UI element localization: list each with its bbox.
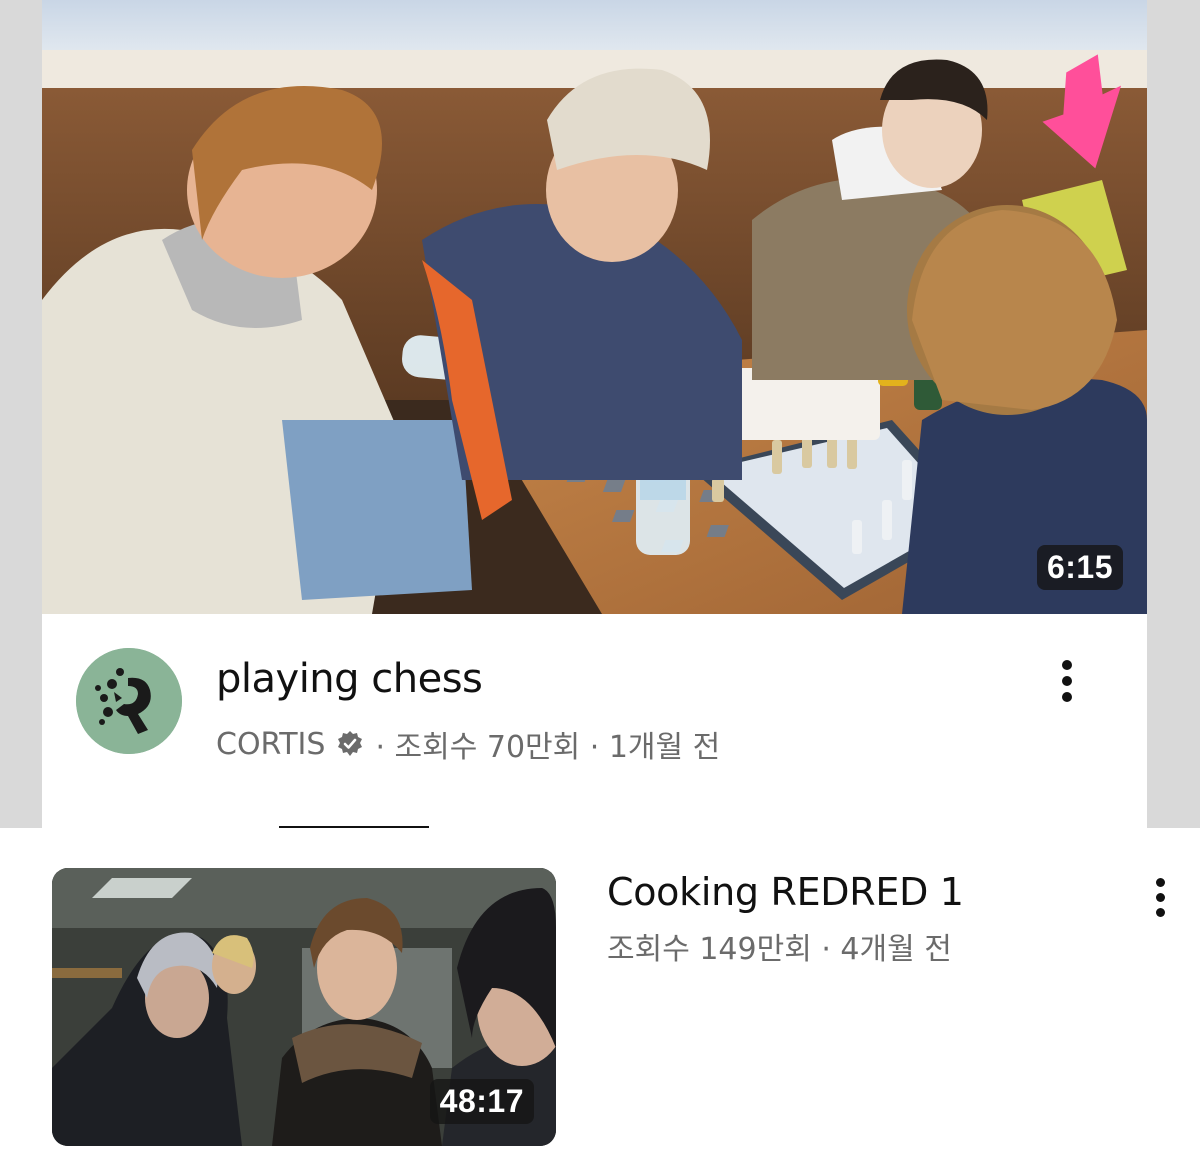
video-title[interactable]: playing chess xyxy=(216,656,483,702)
video-stats: 조회수 149만회 · 4개월 전 xyxy=(607,932,952,967)
video-subline: CORTIS · 조회수 70만회 · 1개월 전 xyxy=(216,722,720,766)
video-duration-badge: 48:17 xyxy=(429,1079,534,1124)
featured-video-thumbnail[interactable]: 6:15 xyxy=(42,0,1147,614)
featured-video-card[interactable]: 6:15 playing chess CORTIS · 조회수 70만회 · 1… xyxy=(42,0,1147,828)
video-title[interactable]: Cooking REDRED 1 xyxy=(607,870,964,914)
more-options-icon[interactable] xyxy=(1047,660,1087,702)
video-duration-badge: 6:15 xyxy=(1036,545,1123,590)
featured-video-meta: playing chess CORTIS · 조회수 70만회 · 1개월 전 xyxy=(42,614,1147,828)
featured-area-backdrop: 6:15 playing chess CORTIS · 조회수 70만회 · 1… xyxy=(0,0,1200,828)
video-thumbnail[interactable]: 48:17 xyxy=(52,868,556,1146)
cortis-logo-icon xyxy=(76,648,182,754)
verified-badge-icon xyxy=(338,731,363,756)
more-options-icon[interactable] xyxy=(1140,878,1180,917)
channel-name[interactable]: CORTIS xyxy=(216,727,325,762)
channel-avatar[interactable] xyxy=(76,648,182,754)
video-stats: · 조회수 70만회 · 1개월 전 xyxy=(375,730,721,765)
list-item[interactable]: 48:17 Cooking REDRED 1 조회수 149만회 · 4개월 전 xyxy=(0,828,1200,1163)
chess-scene-image xyxy=(42,0,1147,614)
